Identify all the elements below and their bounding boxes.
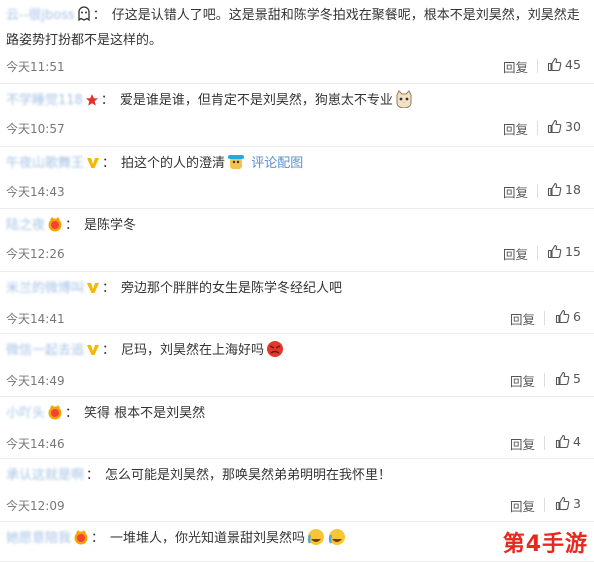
comment-colon: ： (65, 406, 79, 421)
action-divider (537, 59, 538, 73)
thumbs-up-icon (547, 182, 565, 197)
comment-time: 今天12:26 (6, 247, 65, 261)
like-count: 15 (565, 244, 581, 259)
comment-username[interactable]: 不学睡觉118 (6, 93, 83, 108)
reply-button[interactable]: 回复 (510, 496, 535, 515)
comment-username[interactable]: 云--很jboss (6, 8, 75, 23)
comment-text: 怎么可能是刘昊然，那唤昊然弟弟明明在我怀里！ (105, 468, 392, 483)
comment-username[interactable]: 午夜山歌舞王 (6, 156, 84, 171)
comment-colon: ： (92, 8, 106, 23)
star-badge-icon (85, 93, 99, 115)
comment-username[interactable]: 陆之夜 (6, 218, 45, 233)
action-divider (544, 436, 545, 450)
comment-username[interactable]: 米兰的微博叫 (6, 281, 84, 296)
action-divider (544, 373, 545, 387)
like-button[interactable]: 15 (547, 244, 581, 259)
verified-badge-icon (86, 343, 100, 365)
comment-colon: ： (102, 156, 116, 171)
like-count: 6 (573, 309, 581, 324)
thumbs-up-icon (555, 496, 573, 511)
comment-text: 尼玛，刘昊然在上海好吗 (121, 343, 265, 358)
comment-time: 今天11:51 (6, 60, 65, 74)
like-button[interactable]: 18 (547, 182, 581, 197)
reply-button[interactable]: 回复 (503, 119, 528, 138)
like-button[interactable]: 45 (547, 57, 581, 72)
reply-button[interactable]: 回复 (510, 434, 535, 453)
thumbs-up-icon (555, 309, 573, 324)
reply-button[interactable]: 回复 (510, 309, 535, 328)
thumbs-up-icon (547, 57, 565, 72)
comment-time: 今天10:57 (6, 122, 65, 136)
action-divider (537, 184, 538, 198)
comment-username[interactable]: 她愿意陪我 (6, 531, 71, 546)
comment-item: 云--很jboss：仔这是认错人了吧。这是景甜和陈学冬拍戏在聚餐呢，根本不是刘昊… (0, 0, 594, 84)
thumbs-up-icon (547, 119, 565, 134)
action-divider (544, 311, 545, 325)
comment-text: 笑得 根本不是刘昊然 (84, 406, 206, 421)
laugh-cry-emoji-icon (307, 528, 347, 554)
comment-item: 承认这就是啊： 怎么可能是刘昊然，那唤昊然弟弟明明在我怀里！ 今天12:09 回复 3 (0, 459, 594, 522)
comment-text: 拍这个的人的澄清 (121, 156, 226, 171)
thumbs-up-icon (555, 371, 573, 386)
action-divider (537, 246, 538, 260)
comment-item: 小吖头 ： 笑得 根本不是刘昊然今天14:46 回复 4 (0, 397, 594, 459)
comment-item: 微信一起去追 ： 尼玛，刘昊然在上海好吗今天14:49 回复 5 (0, 334, 594, 397)
member-crown-icon (73, 529, 89, 553)
reply-button[interactable]: 回复 (503, 57, 528, 76)
reply-button[interactable]: 回复 (503, 244, 528, 263)
comment-time: 今天14:46 (6, 437, 65, 451)
like-count: 5 (573, 371, 581, 386)
thumbs-up-icon (555, 434, 573, 449)
verified-badge-icon (86, 281, 100, 303)
action-divider (544, 498, 545, 512)
like-button[interactable]: 4 (555, 434, 581, 449)
ghost-badge-icon (77, 6, 91, 30)
like-count: 30 (565, 119, 581, 134)
like-count: 4 (573, 434, 581, 449)
comment-colon: ： (65, 218, 79, 233)
doge-emoji-icon (227, 153, 245, 179)
like-count: 18 (565, 182, 581, 197)
action-divider (537, 121, 538, 135)
like-button[interactable]: 5 (555, 371, 581, 386)
member-crown-icon (47, 216, 63, 240)
like-button[interactable]: 6 (555, 309, 581, 324)
like-button[interactable]: 30 (547, 119, 581, 134)
comment-text: 爱是谁是谁，但肯定不是刘昊然，狗崽太不专业 (119, 93, 393, 108)
like-count: 45 (565, 57, 581, 72)
comment-time: 今天14:43 (6, 185, 65, 199)
comment-colon: ： (100, 93, 114, 108)
comment-time: 今天12:09 (6, 499, 65, 513)
comment-item: 陆之夜 ： 是陈学冬今天12:26 回复 15 (0, 209, 594, 272)
comment-text: 一堆堆人，你光知道景甜刘昊然吗 (110, 531, 306, 546)
verified-badge-icon (86, 156, 100, 178)
comment-image-link[interactable]: 评论配图 (251, 156, 303, 171)
comment-item: 不学睡觉118 ： 爱是谁是谁，但肯定不是刘昊然，狗崽太不专业今天10:57 回复 30 (0, 84, 594, 147)
comment-username[interactable]: 微信一起去追 (6, 343, 84, 358)
comment-colon: ： (91, 531, 105, 546)
comment-item: 米兰的微博叫 ： 旁边那个胖胖的女生是陈学冬经纪人吧今天14:41 回复 6 (0, 272, 594, 334)
comment-time: 今天14:49 (6, 374, 65, 388)
comment-colon: ： (86, 468, 100, 483)
comment-colon: ： (102, 343, 116, 358)
comment-text: 旁边那个胖胖的女生是陈学冬经纪人吧 (121, 281, 343, 296)
comment-text: 是陈学冬 (84, 218, 137, 233)
comment-username[interactable]: 承认这就是啊 (6, 468, 84, 483)
comment-time: 今天14:41 (6, 312, 65, 326)
angry-emoji-icon (266, 340, 284, 366)
like-button[interactable]: 3 (555, 496, 581, 511)
comment-username[interactable]: 小吖头 (6, 406, 45, 421)
like-count: 3 (573, 496, 581, 511)
thumbs-up-icon (547, 244, 565, 259)
comment-colon: ： (102, 281, 116, 296)
cat-emoji-icon (395, 90, 413, 116)
reply-button[interactable]: 回复 (503, 182, 528, 201)
site-watermark: 第4手游 (502, 532, 588, 557)
comment-item: 午夜山歌舞王 ： 拍这个的人的澄清 评论配图今天14:43 回复 18 (0, 147, 594, 209)
member-crown-icon (47, 404, 63, 428)
reply-button[interactable]: 回复 (510, 371, 535, 390)
